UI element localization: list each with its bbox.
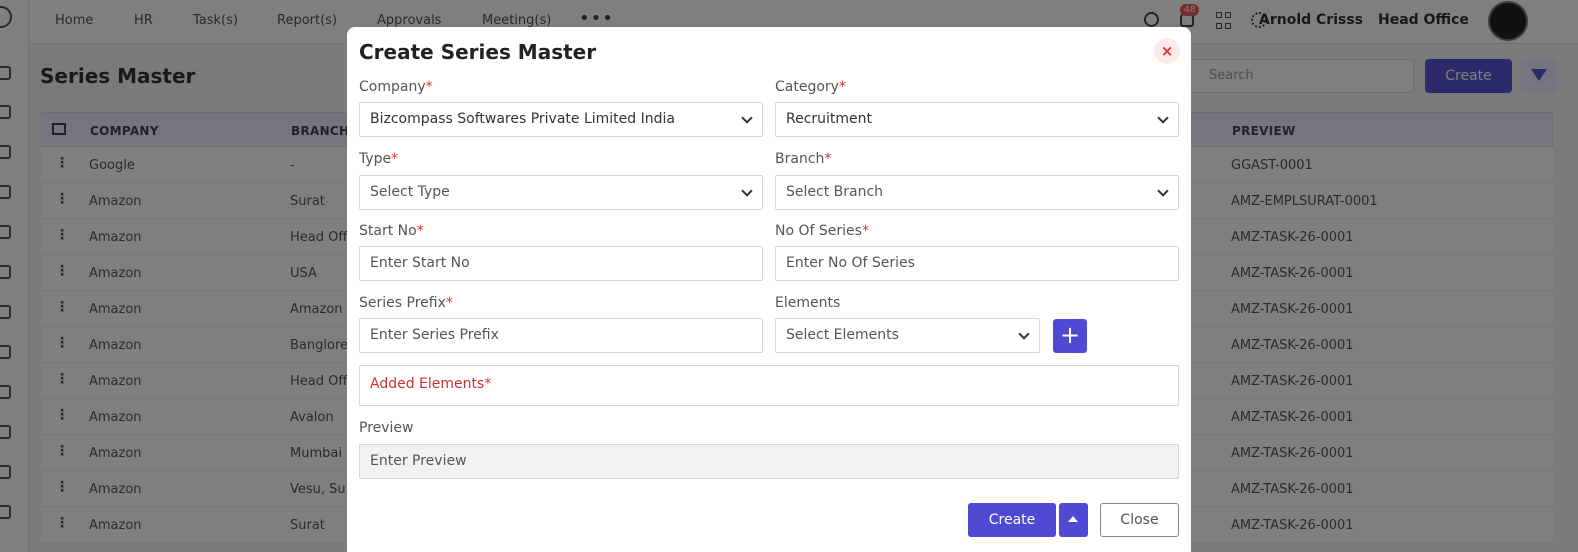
elements-select[interactable]: Select Elements (775, 318, 1040, 353)
start-no-label: Start No* (359, 223, 424, 239)
chevron-down-icon (1157, 112, 1169, 124)
series-prefix-input[interactable]: Enter Series Prefix (359, 318, 763, 353)
create-button[interactable]: Create (968, 503, 1056, 537)
category-select[interactable]: Recruitment (775, 102, 1179, 137)
no-of-series-label: No Of Series* (775, 223, 869, 239)
series-prefix-label: Series Prefix* (359, 295, 453, 311)
type-label: Type* (359, 151, 399, 167)
modal-title: Create Series Master (359, 40, 597, 64)
company-select[interactable]: Bizcompass Softwares Private Limited Ind… (359, 102, 763, 137)
chevron-down-icon (741, 112, 753, 124)
type-select-placeholder: Select Type (370, 184, 450, 200)
company-select-value: Bizcompass Softwares Private Limited Ind… (370, 111, 675, 127)
company-label: Company* (359, 79, 433, 95)
category-select-value: Recruitment (786, 111, 873, 127)
add-element-button[interactable]: + (1053, 319, 1087, 353)
preview-input[interactable]: Enter Preview (359, 444, 1179, 479)
close-button[interactable]: Close (1100, 503, 1179, 537)
chevron-down-icon (1157, 185, 1169, 197)
elements-select-placeholder: Select Elements (786, 327, 899, 343)
added-elements-box: Added Elements* (359, 365, 1179, 406)
category-label: Category* (775, 79, 846, 95)
type-select[interactable]: Select Type (359, 175, 763, 210)
start-no-input[interactable]: Enter Start No (359, 246, 763, 281)
chevron-down-icon (1018, 328, 1030, 340)
preview-label: Preview (359, 420, 414, 436)
branch-label: Branch* (775, 151, 832, 167)
create-series-master-dialog: Create Series Master × Company* Bizcompa… (347, 27, 1191, 552)
chevron-down-icon (741, 185, 753, 197)
no-of-series-input[interactable]: Enter No Of Series (775, 246, 1179, 281)
branch-select-placeholder: Select Branch (786, 184, 884, 200)
branch-select[interactable]: Select Branch (775, 175, 1179, 210)
elements-label: Elements (775, 295, 841, 311)
close-icon[interactable]: × (1154, 38, 1180, 64)
added-elements-label: Added Elements (370, 376, 485, 392)
create-options-dropdown-icon[interactable] (1059, 503, 1088, 537)
